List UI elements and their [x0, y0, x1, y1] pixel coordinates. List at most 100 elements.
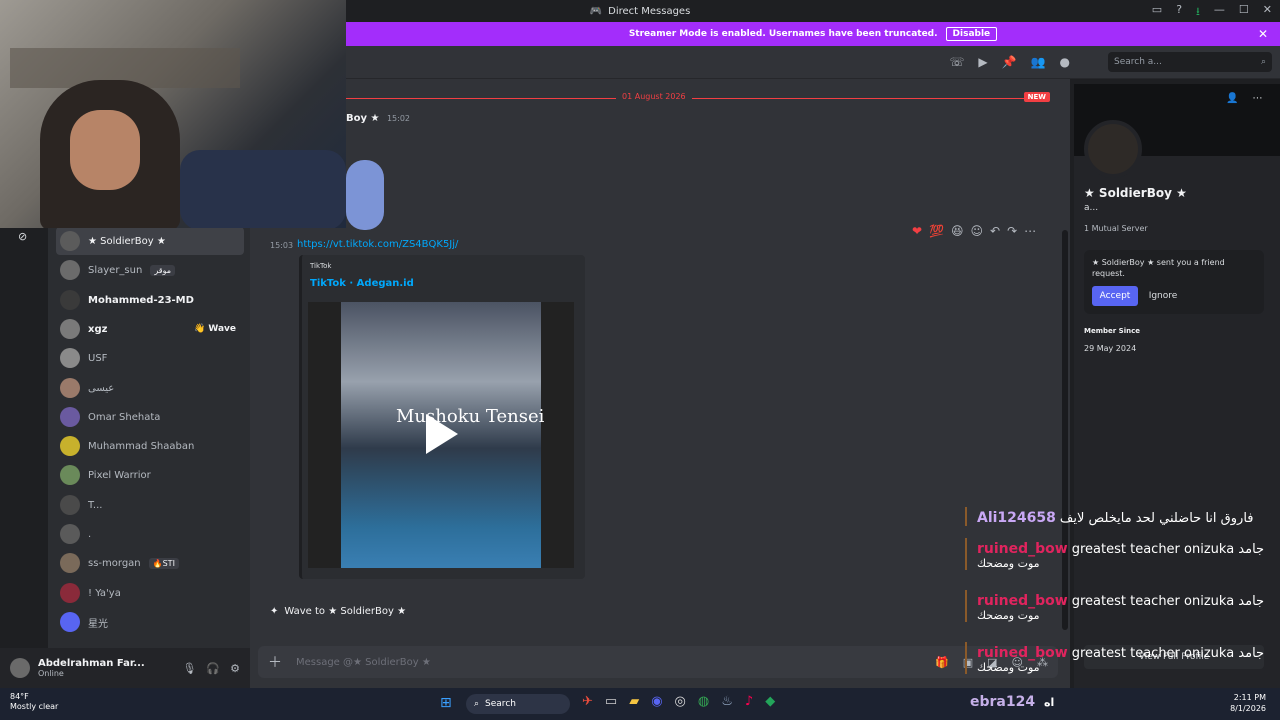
- banner-text: Streamer Mode is enabled. Usernames have…: [628, 29, 938, 39]
- close-banner-icon[interactable]: ✕: [1258, 27, 1268, 41]
- laugh-reaction-icon[interactable]: 😆: [951, 224, 964, 238]
- dm-name: Omar Shehata: [88, 411, 161, 423]
- chat-scrollbar[interactable]: [1062, 230, 1068, 630]
- steam-icon[interactable]: ♨: [721, 694, 733, 709]
- weather-widget[interactable]: 84°F Mostly clear: [10, 692, 58, 712]
- microphone-icon[interactable]: 🎙: [182, 662, 196, 675]
- user-avatar[interactable]: [10, 658, 30, 678]
- gift-icon[interactable]: 🎁: [935, 656, 949, 669]
- wave-button[interactable]: ✦ Wave to ★ SoldierBoy ★: [262, 599, 414, 623]
- dm-item[interactable]: 星光: [56, 608, 244, 636]
- heart-reaction-icon[interactable]: ❤: [912, 224, 922, 238]
- pinned-messages-icon[interactable]: 📌: [1002, 55, 1017, 69]
- file-explorer-icon[interactable]: ▭: [605, 694, 617, 709]
- overlay-user: ebra124: [970, 694, 1036, 710]
- forward-icon[interactable]: ↷: [1007, 224, 1017, 238]
- minimize-button[interactable]: —: [1214, 3, 1225, 22]
- message-composer[interactable]: ＋ Message @★ SoldierBoy ★ 🎁 ▣ ◪ ☺ ⁂: [258, 646, 1058, 678]
- dm-item[interactable]: Pixel Warrior: [56, 461, 244, 489]
- user-name[interactable]: Abdelrahman Far...: [38, 658, 145, 669]
- friend-request-text: ★ SoldierBoy ★ sent you a friend request…: [1092, 258, 1225, 278]
- help-icon[interactable]: ?: [1176, 3, 1182, 22]
- close-window-button[interactable]: ✕: [1263, 3, 1272, 22]
- stream-chat-user: Ali124658: [977, 510, 1056, 526]
- dm-avatar: [60, 436, 80, 456]
- headphones-icon[interactable]: 🎧: [206, 662, 220, 675]
- system-clock[interactable]: 2:11 PM 8/1/2026: [1206, 692, 1266, 714]
- more-options-icon[interactable]: ⋯: [1024, 224, 1036, 238]
- maximize-button[interactable]: ☐: [1239, 3, 1249, 22]
- message-input[interactable]: Message @★ SoldierBoy ★: [296, 657, 921, 668]
- inbox-icon[interactable]: ▭: [1152, 3, 1162, 22]
- search-input[interactable]: Search a... ⌕: [1108, 52, 1272, 72]
- play-icon[interactable]: [426, 414, 458, 454]
- header-toolbar: ☏ ▶ 📌 👥 ●: [949, 55, 1070, 69]
- add-reaction-icon[interactable]: ☺: [971, 224, 984, 238]
- add-friends-icon[interactable]: 👥: [1031, 55, 1046, 69]
- search-icon: ⌕: [1260, 57, 1266, 67]
- author-name[interactable]: Boy ★: [346, 113, 379, 124]
- dm-item[interactable]: ★ SoldierBoy ★: [56, 227, 244, 255]
- hundred-reaction-icon[interactable]: 💯: [929, 224, 944, 238]
- discord-home-icon[interactable]: ⊘: [18, 230, 27, 243]
- discord-logo-icon: 🎮: [589, 5, 603, 17]
- profile-more-icon[interactable]: ⋯: [1252, 93, 1262, 104]
- dm-avatar: [60, 290, 80, 310]
- dm-name: 星光: [88, 618, 108, 630]
- mascot-image: [346, 160, 384, 230]
- dm-avatar: [60, 378, 80, 398]
- stream-chat-line: ruined_bow greatest teacher onizuka جامد م…: [965, 642, 1275, 674]
- reply-icon[interactable]: ↶: [990, 224, 1000, 238]
- disable-streamer-mode-button[interactable]: Disable: [945, 27, 998, 41]
- download-icon[interactable]: ⭳: [1196, 3, 1200, 22]
- add-friend-icon[interactable]: 👤: [1226, 93, 1238, 104]
- dm-item[interactable]: عيسى: [56, 374, 244, 402]
- dm-item[interactable]: T...: [56, 491, 244, 519]
- dm-item[interactable]: Mohammed-23-MD: [56, 286, 244, 314]
- obs-icon[interactable]: ◎: [675, 694, 686, 709]
- discord-app-icon[interactable]: ◉: [651, 694, 662, 709]
- profile-avatar[interactable]: [1084, 120, 1142, 178]
- dm-item[interactable]: Muhammad Shaaban: [56, 432, 244, 460]
- chrome-icon[interactable]: ◍: [698, 694, 709, 709]
- embed-video[interactable]: Mushoku Tensei: [308, 302, 574, 568]
- taskbar-search[interactable]: ⌕ Search: [466, 694, 570, 714]
- profile-name: ★ SoldierBoy ★: [1084, 186, 1187, 200]
- attach-plus-icon[interactable]: ＋: [268, 652, 282, 672]
- dm-item[interactable]: ! Ya'ya: [56, 579, 244, 607]
- stream-chat-message: greatest teacher onizuka جامد: [1071, 594, 1265, 609]
- dm-item[interactable]: USF: [56, 344, 244, 372]
- dm-item[interactable]: ss-morgan 🔥STI: [56, 549, 244, 577]
- tiktok-icon[interactable]: ♪: [745, 694, 753, 709]
- dm-badge: 🔥STI: [148, 557, 179, 569]
- date-divider-label: 01 August 2026: [616, 92, 692, 101]
- dm-name: xgz: [88, 323, 108, 335]
- taskbar-apps: ✈ ▭ ▰ ◉ ◎ ◍ ♨ ♪ ◆: [582, 694, 775, 709]
- dm-item[interactable]: xgz 👋 Wave: [56, 315, 244, 343]
- voice-call-icon[interactable]: ☏: [949, 55, 964, 69]
- app-icon[interactable]: ✈: [582, 694, 593, 709]
- window-title: Direct Messages: [608, 5, 691, 17]
- folder-icon[interactable]: ▰: [629, 694, 639, 709]
- dm-avatar: [60, 319, 80, 339]
- message-author[interactable]: Boy ★ 15:02: [346, 113, 410, 124]
- message-link[interactable]: https://vt.tiktok.com/ZS4BQK5Jj/: [297, 239, 458, 250]
- weather-temp: 84°F: [10, 692, 29, 701]
- embed-title[interactable]: TikTok · Adegan.id: [310, 278, 414, 289]
- dm-item[interactable]: Omar Shehata: [56, 403, 244, 431]
- date-divider: 01 August 2026 NEW: [346, 92, 1050, 104]
- ignore-button[interactable]: Ignore: [1144, 286, 1182, 306]
- mutual-servers[interactable]: 1 Mutual Server: [1084, 224, 1148, 233]
- dm-wave-button[interactable]: 👋 Wave: [194, 324, 236, 334]
- video-call-icon[interactable]: ▶: [978, 55, 987, 69]
- app-green-icon[interactable]: ◆: [765, 694, 775, 709]
- dm-item[interactable]: .: [56, 520, 244, 548]
- dm-item[interactable]: Slayer_sun موقر: [56, 256, 244, 284]
- dm-avatar: [60, 524, 80, 544]
- weather-condition: Mostly clear: [10, 702, 59, 711]
- wave-label: Wave to ★ SoldierBoy ★: [284, 605, 407, 617]
- accept-button[interactable]: Accept: [1092, 286, 1138, 306]
- settings-gear-icon[interactable]: ⚙: [230, 662, 240, 675]
- user-profile-icon[interactable]: ●: [1060, 55, 1070, 69]
- windows-start-icon[interactable]: ⊞: [440, 695, 452, 711]
